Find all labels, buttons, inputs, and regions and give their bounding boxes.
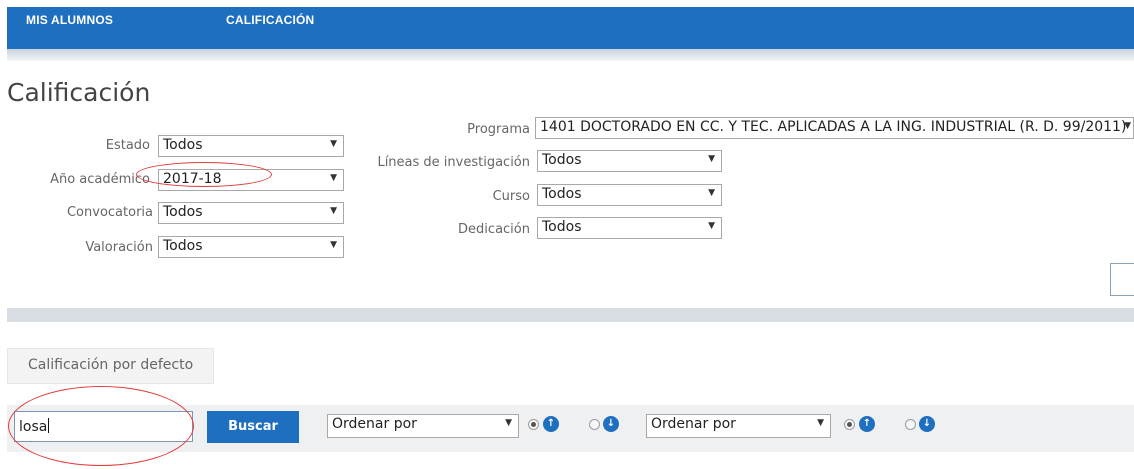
sort-desc-radio-2[interactable] bbox=[905, 419, 916, 430]
text-cursor bbox=[48, 418, 50, 433]
curso-label: Curso bbox=[492, 189, 530, 204]
estado-label: Estado bbox=[105, 138, 150, 153]
valoracion-value: Todos bbox=[163, 238, 203, 254]
search-input[interactable]: losa bbox=[14, 411, 193, 442]
sort-asc-radio-1[interactable] bbox=[528, 419, 539, 430]
convocatoria-value: Todos bbox=[163, 204, 203, 220]
nav-shadow bbox=[7, 49, 1134, 61]
lineas-investigacion-value: Todos bbox=[542, 152, 582, 168]
programa-label: Programa bbox=[467, 122, 530, 137]
nav-item-mis-alumnos[interactable]: MIS ALUMNOS bbox=[26, 13, 113, 27]
valoracion-label: Valoración bbox=[85, 240, 153, 255]
chevron-down-icon: ▼ bbox=[330, 173, 337, 183]
estado-select[interactable]: Todos ▼ bbox=[158, 135, 344, 157]
chevron-down-icon: ▼ bbox=[708, 221, 715, 231]
chevron-down-icon: ▼ bbox=[330, 240, 337, 250]
sort-asc-icon: ↑ bbox=[543, 416, 559, 432]
convocatoria-select[interactable]: Todos ▼ bbox=[158, 202, 344, 224]
chevron-down-icon: ▼ bbox=[708, 154, 715, 164]
sort-desc-icon: ↓ bbox=[919, 416, 935, 432]
sort-select-2[interactable]: Ordenar por ▼ bbox=[646, 414, 831, 438]
sort-desc-icon: ↓ bbox=[603, 416, 619, 432]
anio-academico-label: Año académico bbox=[50, 172, 150, 187]
page-title: Calificación bbox=[7, 78, 151, 107]
sort-select-2-value: Ordenar por bbox=[651, 416, 736, 432]
search-button[interactable]: Buscar bbox=[207, 411, 299, 443]
chevron-down-icon: ▼ bbox=[505, 418, 512, 428]
dedicacion-value: Todos bbox=[542, 219, 582, 235]
sort-select-1-value: Ordenar por bbox=[332, 416, 417, 432]
search-input-value: losa bbox=[19, 419, 48, 435]
chevron-down-icon: ▼ bbox=[330, 206, 337, 216]
sort-asc-icon: ↑ bbox=[859, 416, 875, 432]
top-nav-bar bbox=[7, 7, 1134, 49]
anio-academico-select[interactable]: 2017-18 ▼ bbox=[158, 169, 344, 191]
chevron-down-icon: ▼ bbox=[1124, 121, 1131, 131]
sort-desc-radio-1[interactable] bbox=[589, 419, 600, 430]
lineas-investigacion-label: Líneas de investigación bbox=[377, 155, 530, 170]
chevron-down-icon: ▼ bbox=[708, 188, 715, 198]
chevron-down-icon: ▼ bbox=[817, 418, 824, 428]
programa-select[interactable]: 1401 DOCTORADO EN CC. Y TEC. APLICADAS A… bbox=[535, 117, 1134, 139]
dedicacion-select[interactable]: Todos ▼ bbox=[537, 217, 722, 239]
chevron-down-icon: ▼ bbox=[330, 139, 337, 149]
anio-academico-value: 2017-18 bbox=[163, 171, 222, 187]
programa-value: 1401 DOCTORADO EN CC. Y TEC. APLICADAS A… bbox=[540, 119, 1127, 135]
sort-asc-radio-2[interactable] bbox=[844, 419, 855, 430]
lineas-investigacion-select[interactable]: Todos ▼ bbox=[537, 150, 722, 172]
estado-value: Todos bbox=[163, 137, 203, 153]
dedicacion-label: Dedicación bbox=[458, 222, 530, 237]
tab-calificacion-por-defecto[interactable]: Calificación por defecto bbox=[7, 348, 214, 384]
valoracion-select[interactable]: Todos ▼ bbox=[158, 236, 344, 258]
partial-button[interactable] bbox=[1110, 263, 1134, 296]
convocatoria-label: Convocatoria bbox=[66, 205, 153, 220]
sort-select-1[interactable]: Ordenar por ▼ bbox=[327, 414, 519, 438]
nav-item-calificacion[interactable]: CALIFICACIÓN bbox=[226, 13, 314, 27]
section-separator bbox=[7, 308, 1134, 322]
curso-select[interactable]: Todos ▼ bbox=[537, 184, 722, 206]
curso-value: Todos bbox=[542, 186, 582, 202]
